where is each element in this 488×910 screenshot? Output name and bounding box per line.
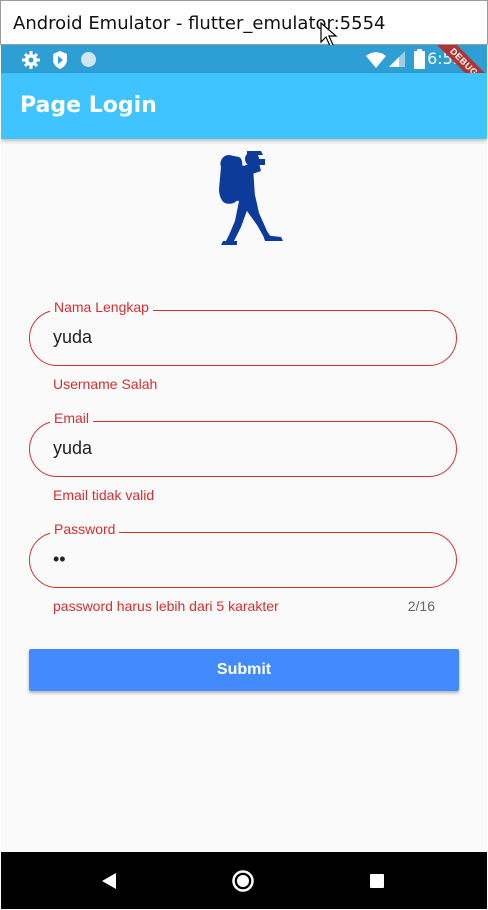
email-error-text: Email tidak valid: [53, 487, 155, 503]
email-field-label: Email: [50, 410, 94, 426]
password-char-counter: 2/16: [407, 598, 435, 614]
name-field-value: yuda: [53, 327, 93, 347]
signal-icon: [389, 51, 405, 67]
page-title: Page Login: [20, 93, 157, 118]
password-field-value: ••: [53, 549, 66, 569]
play-protect-icon: [53, 51, 67, 69]
email-field[interactable]: Email yuda: [29, 410, 457, 477]
email-field-value: yuda: [53, 438, 93, 458]
password-field-label: Password: [50, 521, 120, 537]
name-error-text: Username Salah: [53, 376, 158, 392]
status-bar: 6:55: [1, 45, 487, 73]
password-field[interactable]: Password ••: [29, 521, 457, 588]
home-button[interactable]: [231, 869, 255, 893]
emulator-screen: 6:55 DEBUG Page Login Nama Lengkap yuda …: [1, 45, 487, 909]
overview-button[interactable]: [370, 874, 384, 888]
submit-button[interactable]: Submit: [29, 649, 459, 691]
app-bar: Page Login: [1, 73, 487, 139]
password-error-text: password harus lebih dari 5 karakter: [53, 598, 279, 614]
battery-icon: [414, 49, 425, 69]
navigation-bar: [1, 852, 487, 909]
name-field-label: Nama Lengkap: [50, 299, 153, 315]
window-title-bar: Android Emulator - flutter_emulator:5554: [0, 0, 488, 45]
hiker-icon: [219, 151, 283, 245]
circle-icon: [81, 52, 96, 67]
back-button[interactable]: [100, 872, 118, 890]
name-field[interactable]: Nama Lengkap yuda: [29, 299, 457, 366]
wifi-icon: [366, 52, 386, 68]
gear-icon: [22, 51, 40, 69]
